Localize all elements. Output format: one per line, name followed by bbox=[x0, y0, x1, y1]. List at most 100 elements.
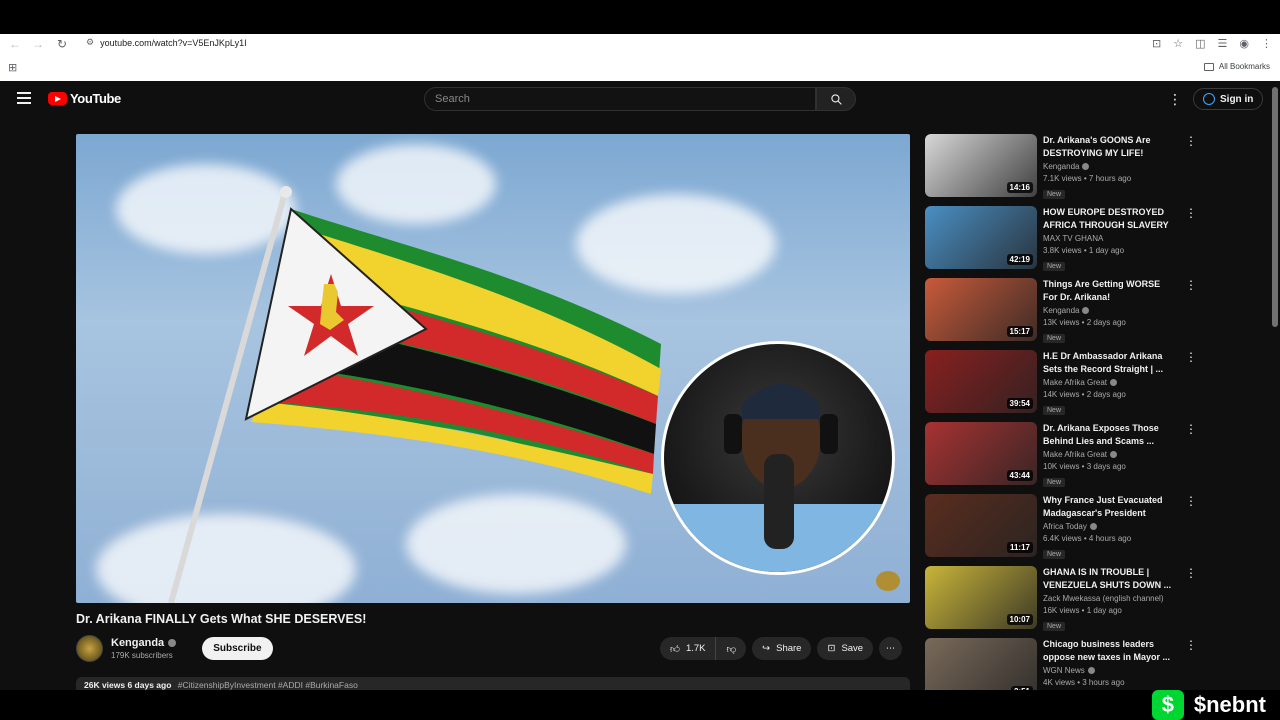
recommendation-title[interactable]: GHANA IS IN TROUBLE | VENEZUELA SHUTS DO… bbox=[1043, 566, 1175, 592]
folder-icon bbox=[1203, 62, 1214, 71]
recommendation-channel[interactable]: Africa Today bbox=[1043, 522, 1175, 531]
video-player[interactable] bbox=[76, 134, 910, 603]
site-info-icon[interactable]: ⚙ bbox=[86, 37, 94, 48]
recommendation-item[interactable]: 15:17 Things Are Getting WORSE For Dr. A… bbox=[925, 278, 1200, 350]
sign-in-button[interactable]: Sign in bbox=[1193, 88, 1264, 110]
recommendation-thumbnail[interactable]: 10:07 bbox=[925, 566, 1037, 629]
recommendation-meta: 4K views • 3 hours ago bbox=[1043, 678, 1125, 687]
recommendation-menu-icon[interactable]: ⋮ bbox=[1185, 638, 1197, 652]
recommendation-title[interactable]: H.E Dr Ambassador Arikana Sets the Recor… bbox=[1043, 350, 1175, 376]
extensions-icon[interactable]: ◫ bbox=[1195, 37, 1205, 50]
back-icon[interactable]: ← bbox=[3, 37, 27, 51]
recommendation-item[interactable]: 10:07 GHANA IS IN TROUBLE | VENEZUELA SH… bbox=[925, 566, 1200, 638]
recommendation-channel[interactable]: MAX TV GHANA bbox=[1043, 234, 1175, 243]
bookmark-star-icon[interactable]: ☆ bbox=[1173, 37, 1183, 50]
all-bookmarks[interactable]: All Bookmarks bbox=[1203, 62, 1270, 71]
recommendation-thumbnail[interactable]: 39:54 bbox=[925, 350, 1037, 413]
forward-icon[interactable]: → bbox=[26, 37, 50, 51]
recommendation-title[interactable]: Chicago business leaders oppose new taxe… bbox=[1043, 638, 1175, 664]
search-input[interactable] bbox=[425, 88, 815, 110]
recommendation-thumbnail[interactable]: 42:19 bbox=[925, 206, 1037, 269]
recommendation-thumbnail[interactable]: 11:17 bbox=[925, 494, 1037, 557]
recommendation-item[interactable]: 43:44 Dr. Arikana Exposes Those Behind L… bbox=[925, 422, 1200, 494]
recommendation-title[interactable]: Dr. Arikana Exposes Those Behind Lies an… bbox=[1043, 422, 1175, 448]
settings-kebab-icon[interactable]: ⋮ bbox=[1168, 91, 1182, 108]
browser-menu-icon[interactable]: ⋮ bbox=[1261, 37, 1272, 50]
thumbs-down-icon: 👎︎ bbox=[726, 643, 737, 655]
thumbs-up-icon: 👍︎ bbox=[670, 643, 680, 655]
recommendation-thumbnail[interactable]: 15:17 bbox=[925, 278, 1037, 341]
page-scrollbar[interactable] bbox=[1272, 87, 1278, 327]
recommendation-meta: 6.4K views • 4 hours ago bbox=[1043, 534, 1132, 543]
subscribe-button[interactable]: Subscribe bbox=[202, 636, 273, 660]
recommendation-item[interactable]: 42:19 HOW EUROPE DESTROYED AFRICA THROUG… bbox=[925, 206, 1200, 278]
channel-name[interactable]: Kenganda bbox=[111, 636, 177, 649]
logo-text: YouTube bbox=[70, 91, 121, 106]
recommendation-channel[interactable]: Kenganda bbox=[1043, 162, 1175, 171]
recommendation-channel[interactable]: Make Afrika Great bbox=[1043, 450, 1175, 459]
new-badge: New bbox=[1043, 622, 1066, 631]
new-badge: New bbox=[1043, 262, 1066, 271]
search-button[interactable] bbox=[816, 87, 856, 111]
recommendation-title[interactable]: Why France Just Evacuated Madagascar's P… bbox=[1043, 494, 1175, 520]
recommendation-meta: 13K views • 2 days ago bbox=[1043, 318, 1126, 327]
reload-icon[interactable]: ↻ bbox=[50, 37, 74, 51]
recommendation-channel[interactable]: WGN News bbox=[1043, 666, 1175, 675]
save-button[interactable]: ⊡ Save bbox=[817, 637, 874, 660]
verified-icon bbox=[1082, 163, 1090, 170]
host-facecam bbox=[661, 341, 895, 575]
recommendation-item[interactable]: 14:16 Dr. Arikana's GOONS Are DESTROYING… bbox=[925, 134, 1200, 206]
channel-name-text: Kenganda bbox=[111, 636, 165, 649]
share-icon: ↪ bbox=[762, 643, 771, 654]
apps-grid-icon[interactable]: ⊞ bbox=[8, 61, 17, 74]
address-bar[interactable]: ⚙ youtube.com/watch?v=V5EnJKpLy1I bbox=[86, 37, 247, 48]
channel-avatar[interactable] bbox=[76, 634, 103, 662]
dislike-button[interactable]: 👎︎ bbox=[715, 637, 747, 660]
recommendation-menu-icon[interactable]: ⋮ bbox=[1185, 350, 1197, 364]
recommendation-thumbnail[interactable]: 43:44 bbox=[925, 422, 1037, 485]
install-icon[interactable]: ⊡ bbox=[1152, 37, 1161, 50]
verified-icon bbox=[1082, 307, 1090, 314]
recommendation-menu-icon[interactable]: ⋮ bbox=[1185, 566, 1197, 580]
reading-list-icon[interactable]: ☰ bbox=[1218, 37, 1228, 50]
recommendation-title[interactable]: Dr. Arikana's GOONS Are DESTROYING MY LI… bbox=[1043, 134, 1175, 160]
profile-icon[interactable]: ◉ bbox=[1239, 37, 1249, 50]
recommendation-item[interactable]: 39:54 H.E Dr Ambassador Arikana Sets the… bbox=[925, 350, 1200, 422]
hashtags[interactable]: #CitizenshipByInvestment #ADDI #BurkinaF… bbox=[178, 680, 358, 690]
youtube-logo[interactable]: YouTube bbox=[48, 91, 121, 106]
recommendation-thumbnail[interactable]: 14:16 bbox=[925, 134, 1037, 197]
more-actions-button[interactable]: ⋯ bbox=[879, 637, 903, 660]
recommendation-item[interactable]: 11:17 Why France Just Evacuated Madagasc… bbox=[925, 494, 1200, 566]
all-bookmarks-label: All Bookmarks bbox=[1218, 62, 1270, 71]
recommendation-meta: 16K views • 1 day ago bbox=[1043, 606, 1122, 615]
like-button[interactable]: 👍︎ 1.7K bbox=[660, 637, 716, 660]
new-badge: New bbox=[1043, 190, 1066, 199]
recommendation-menu-icon[interactable]: ⋮ bbox=[1185, 206, 1197, 220]
share-button[interactable]: ↪ Share bbox=[752, 637, 812, 660]
channel-watermark-icon[interactable] bbox=[876, 571, 900, 591]
recommendation-title[interactable]: HOW EUROPE DESTROYED AFRICA THROUGH SLAV… bbox=[1043, 206, 1175, 232]
recommendation-menu-icon[interactable]: ⋮ bbox=[1185, 422, 1197, 436]
hamburger-menu-icon[interactable] bbox=[17, 92, 31, 107]
recommendation-menu-icon[interactable]: ⋮ bbox=[1185, 278, 1197, 292]
duration-badge: 42:19 bbox=[1006, 254, 1033, 265]
recommendation-menu-icon[interactable]: ⋮ bbox=[1185, 134, 1197, 148]
recommendation-channel[interactable]: Zack Mwekassa (english channel) bbox=[1043, 594, 1175, 603]
recommendation-channel-name: Africa Today bbox=[1043, 522, 1087, 531]
like-count: 1.7K bbox=[685, 643, 706, 654]
recommendation-channel-name: Zack Mwekassa (english channel) bbox=[1043, 594, 1164, 603]
recommendation-info: Dr. Arikana's GOONS Are DESTROYING MY LI… bbox=[1043, 134, 1175, 201]
recommendation-menu-icon[interactable]: ⋮ bbox=[1185, 494, 1197, 508]
youtube-play-icon bbox=[48, 92, 67, 105]
verified-icon bbox=[1110, 379, 1118, 386]
recommendation-title[interactable]: Things Are Getting WORSE For Dr. Arikana… bbox=[1043, 278, 1175, 304]
recommendation-meta: 10K views • 3 days ago bbox=[1043, 462, 1126, 471]
bottom-overlay-bar: $ $nebnt bbox=[0, 690, 1280, 720]
recommendation-channel[interactable]: Make Afrika Great bbox=[1043, 378, 1175, 387]
bookmarks-row: ⊞ All Bookmarks bbox=[0, 58, 1280, 78]
description-box[interactable]: 26K views 6 days ago #CitizenshipByInves… bbox=[76, 677, 910, 691]
recommendation-channel-name: WGN News bbox=[1043, 666, 1085, 675]
recommendation-channel[interactable]: Kenganda bbox=[1043, 306, 1175, 315]
search-icon bbox=[830, 93, 842, 105]
cashtag-text: $nebnt bbox=[1193, 692, 1266, 717]
